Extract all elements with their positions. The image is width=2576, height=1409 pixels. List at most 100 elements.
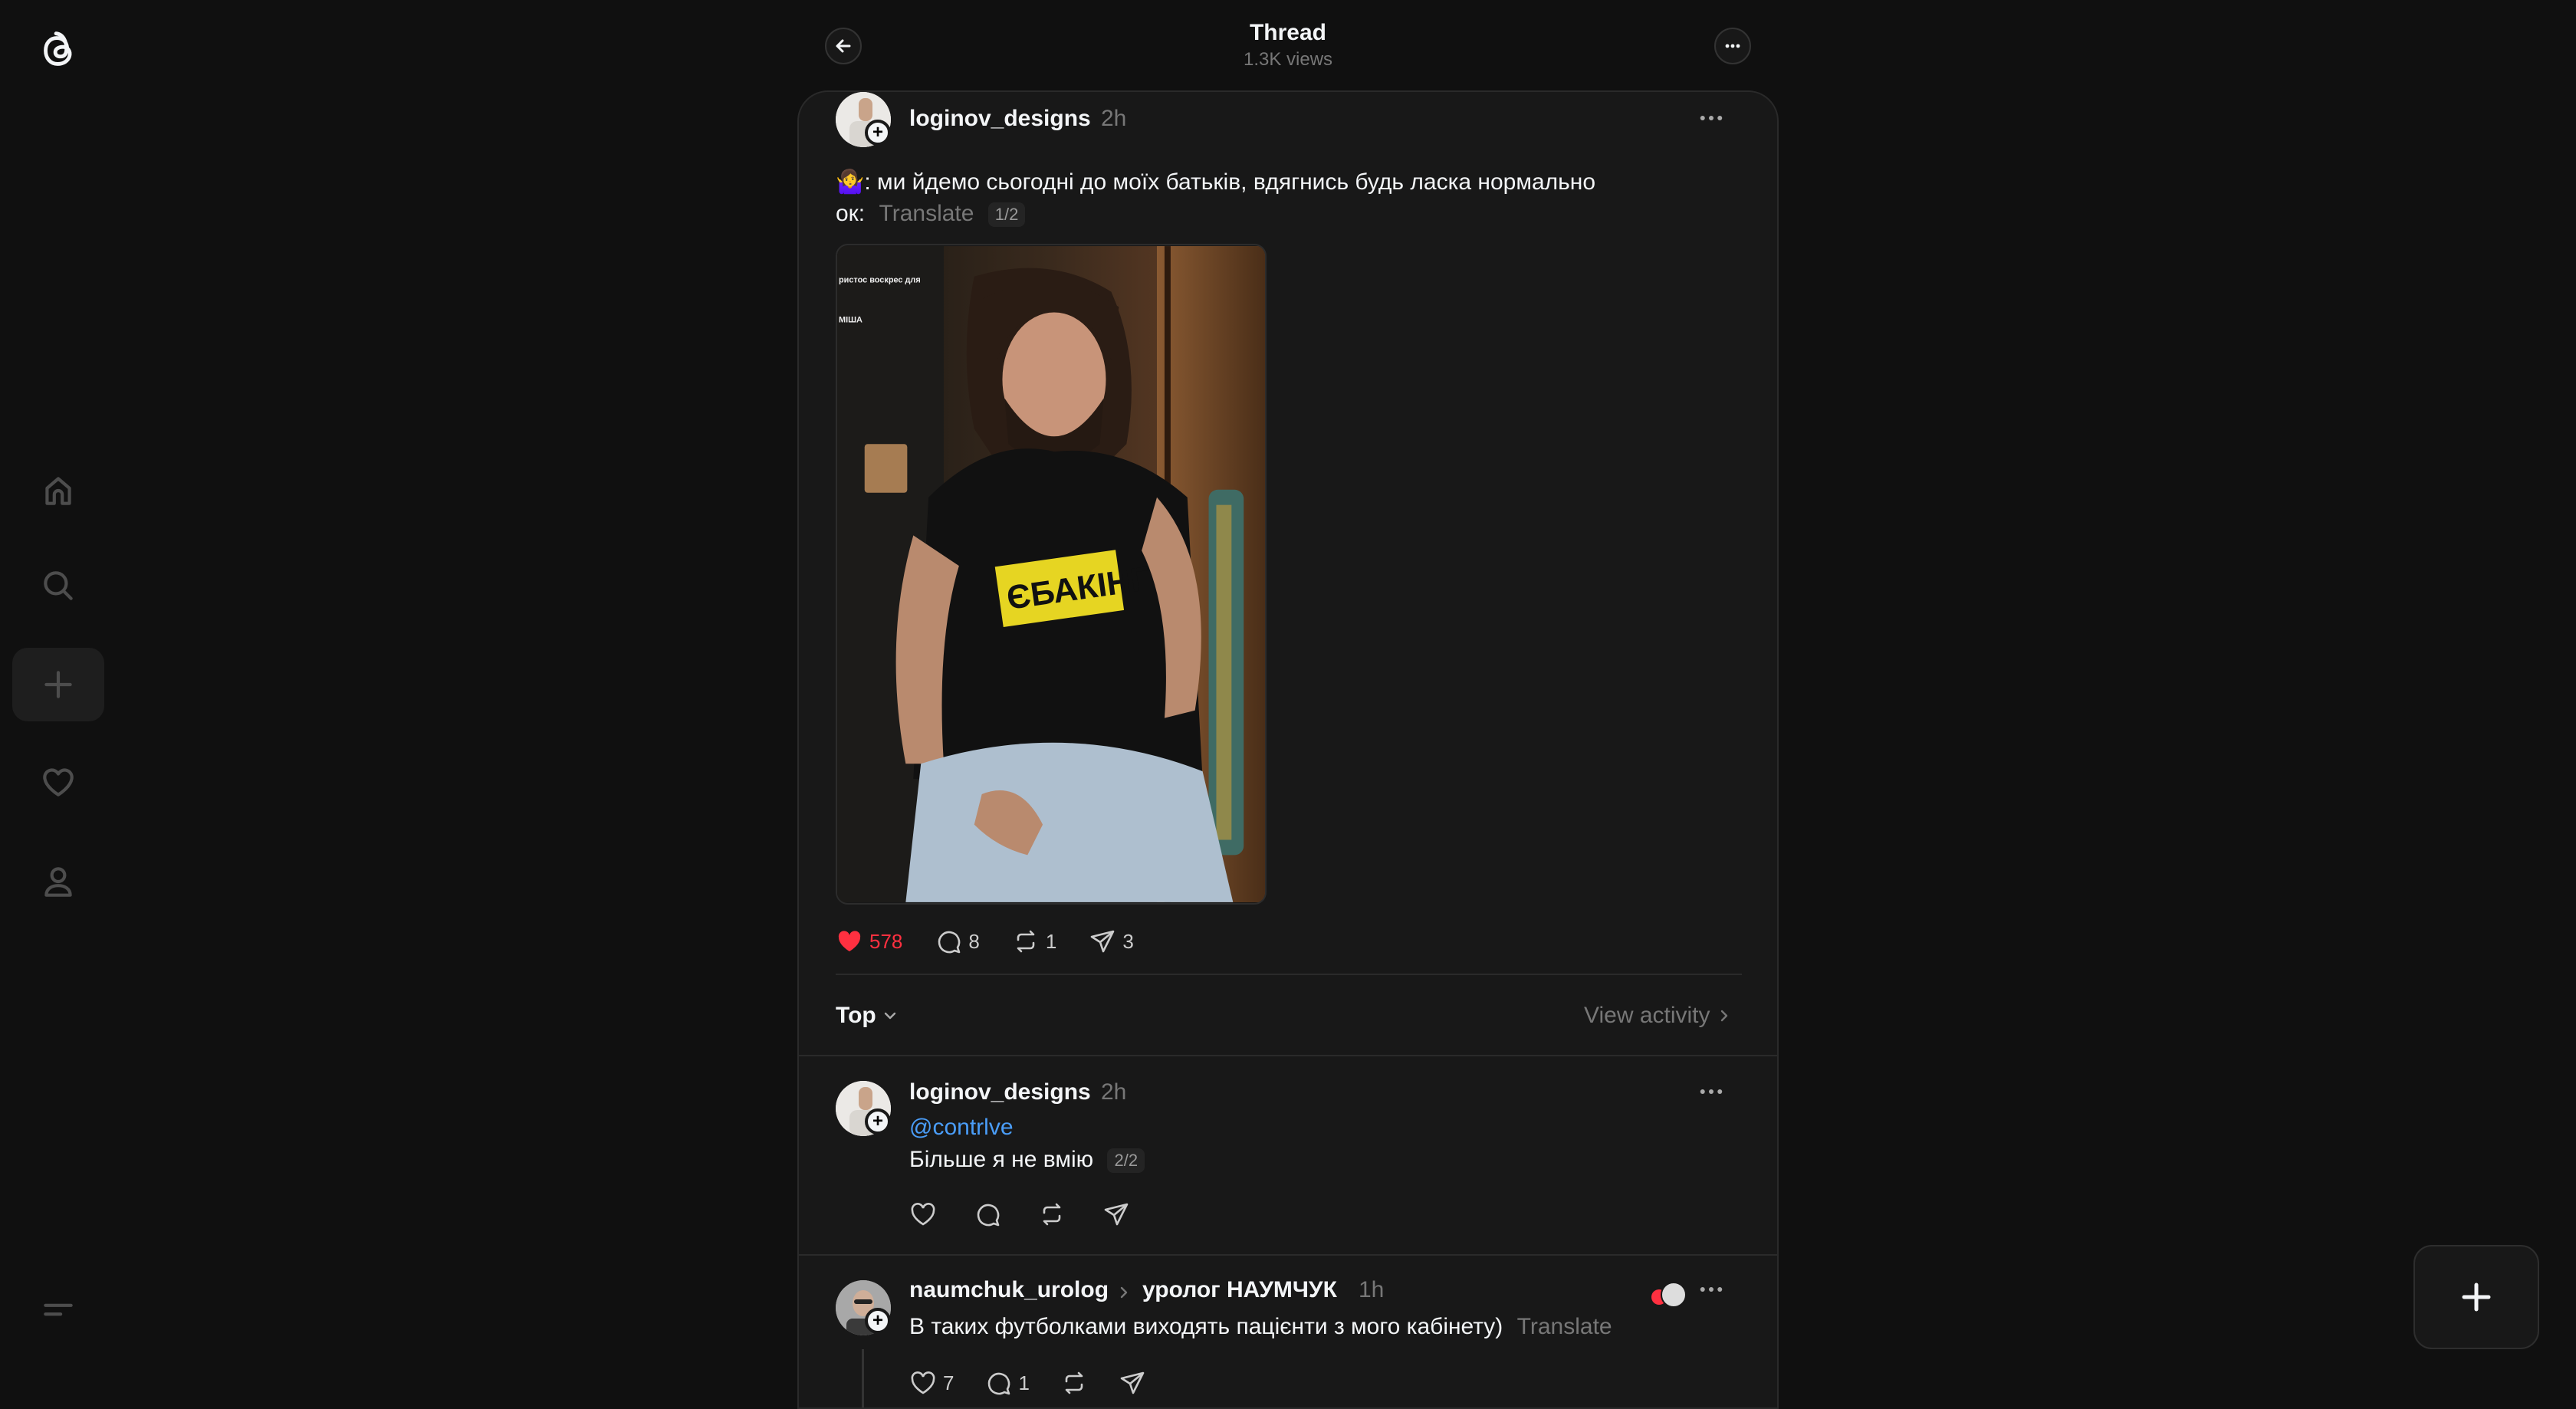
follow-plus-icon[interactable]: + [865,120,891,146]
heart-icon [43,768,74,796]
heart-icon [838,931,861,951]
heart-icon [911,1371,935,1394]
menu-icon [44,1303,73,1316]
divider [799,1055,1777,1056]
nav-create[interactable] [12,648,104,721]
like-count: 578 [869,929,903,953]
thread-line [862,1349,864,1407]
nav-home[interactable] [12,454,104,527]
sort-dropdown[interactable]: Top [836,1003,898,1029]
sidebar [0,0,117,1386]
liked-by-avatars[interactable] [1651,1282,1687,1308]
reply-to-user[interactable]: уролог НАУМЧУК [1142,1277,1337,1303]
follow-plus-icon[interactable]: + [865,1308,891,1334]
chevron-right-icon [1120,1286,1128,1299]
repost-button[interactable] [1038,1200,1066,1228]
follow-plus-icon[interactable]: + [865,1108,891,1135]
comment-icon [938,931,961,954]
image-overlay-text2: МІША [839,315,863,324]
reply-body: Більше я не вмію [909,1147,1094,1172]
chevron-right-icon [1720,1010,1727,1022]
more-icon [1725,44,1740,48]
reply-count: 1 [1018,1371,1030,1394]
reply-text: В таких футболками виходять пацієнти з м… [909,1314,1612,1340]
thread-options-button[interactable] [1714,28,1751,64]
divider [836,974,1742,975]
plus-icon [44,671,72,698]
page-title: Thread [1249,20,1327,45]
like-button[interactable]: 578 [836,928,902,955]
reply-mention[interactable]: @contrlve [909,1115,1014,1141]
post-time: 2h [1101,106,1127,131]
repost-icon [1043,1203,1061,1226]
thread-counter: 2/2 [1107,1148,1145,1174]
reply-username[interactable]: naumchuk_urolog [909,1277,1109,1303]
reply-time: 1h [1359,1277,1385,1302]
reply-button[interactable]: 1 [984,1369,1030,1397]
view-activity-label: View activity [1584,1003,1710,1028]
comment-icon [977,1204,1000,1227]
post-image[interactable]: ЄБАКІНГ ристос воскрес для МІША [836,244,1267,905]
share-icon [1120,1371,1145,1394]
reply-actions [909,1200,1162,1228]
reply-more-button[interactable] [1696,1084,1727,1099]
search-icon [44,571,73,600]
back-button[interactable] [825,28,862,64]
reply-time: 2h [1101,1079,1127,1105]
back-arrow-icon [836,39,851,53]
view-activity-link[interactable]: View activity [1584,1003,1732,1029]
reply-more-button[interactable] [1696,1282,1727,1297]
post-actions: 578 8 1 3 [836,928,1166,955]
post-username[interactable]: loginov_designs [909,106,1091,132]
share-button[interactable]: 3 [1089,928,1134,955]
photo-man-in-tshirt: ЄБАКІНГ ристос воскрес для МІША [837,246,1265,902]
sort-label: Top [836,1003,876,1028]
plus-icon [2462,1283,2491,1312]
repost-count: 1 [1045,929,1057,953]
nav-activity[interactable] [12,745,104,819]
post-text-line2: ок: Translate 1/2 [836,201,1026,228]
reply-button[interactable]: 8 [935,928,980,955]
avatar [1661,1282,1687,1308]
post-text-line1: 🤷‍♀️: ми йдемо сьогодні до моїх батьків,… [836,169,1596,195]
comment-icon [988,1372,1010,1395]
reply-button[interactable] [974,1200,1001,1228]
nav-profile[interactable] [12,845,104,918]
home-icon [45,477,71,505]
post-more-button[interactable] [1696,110,1727,126]
new-thread-button[interactable] [2413,1245,2539,1349]
view-count: 1.3K views [1243,49,1333,70]
repost-icon [1017,930,1035,953]
share-button[interactable] [1102,1200,1130,1228]
reply-text: Більше я не вмію 2/2 [909,1147,1145,1174]
more-icon [1700,116,1723,120]
reply-username[interactable]: loginov_designs [909,1079,1091,1105]
repost-button[interactable]: 1 [1012,928,1056,955]
thread-card: + loginov_designs 2h 🤷‍♀️: ми йдемо сьог… [797,90,1779,1409]
divider [799,1254,1777,1256]
share-icon [1104,1203,1129,1226]
like-button[interactable]: 7 [909,1369,954,1397]
share-button[interactable] [1119,1369,1146,1397]
threads-logo-icon[interactable] [28,20,89,81]
repost-icon [1065,1371,1083,1394]
image-overlay-text1: ристос воскрес для [839,276,921,285]
share-count: 3 [1122,929,1134,953]
nav-search[interactable] [12,549,104,622]
menu-button[interactable] [12,1273,104,1346]
heart-icon [911,1203,935,1226]
more-icon [1700,1089,1723,1094]
reply-actions: 7 1 [909,1369,1178,1397]
thread-counter: 1/2 [987,202,1026,228]
profile-icon [44,867,72,897]
translate-link[interactable]: Translate [879,201,974,226]
reply-body: В таких футболками виходять пацієнти з м… [909,1314,1503,1339]
repost-button[interactable] [1060,1369,1088,1397]
like-count: 7 [943,1371,955,1394]
reply-count: 8 [968,929,980,953]
share-icon [1091,930,1115,953]
post-text-reply: ок: [836,201,866,226]
like-button[interactable] [909,1200,937,1228]
translate-link[interactable]: Translate [1517,1314,1612,1339]
chevron-down-icon [884,1012,895,1020]
